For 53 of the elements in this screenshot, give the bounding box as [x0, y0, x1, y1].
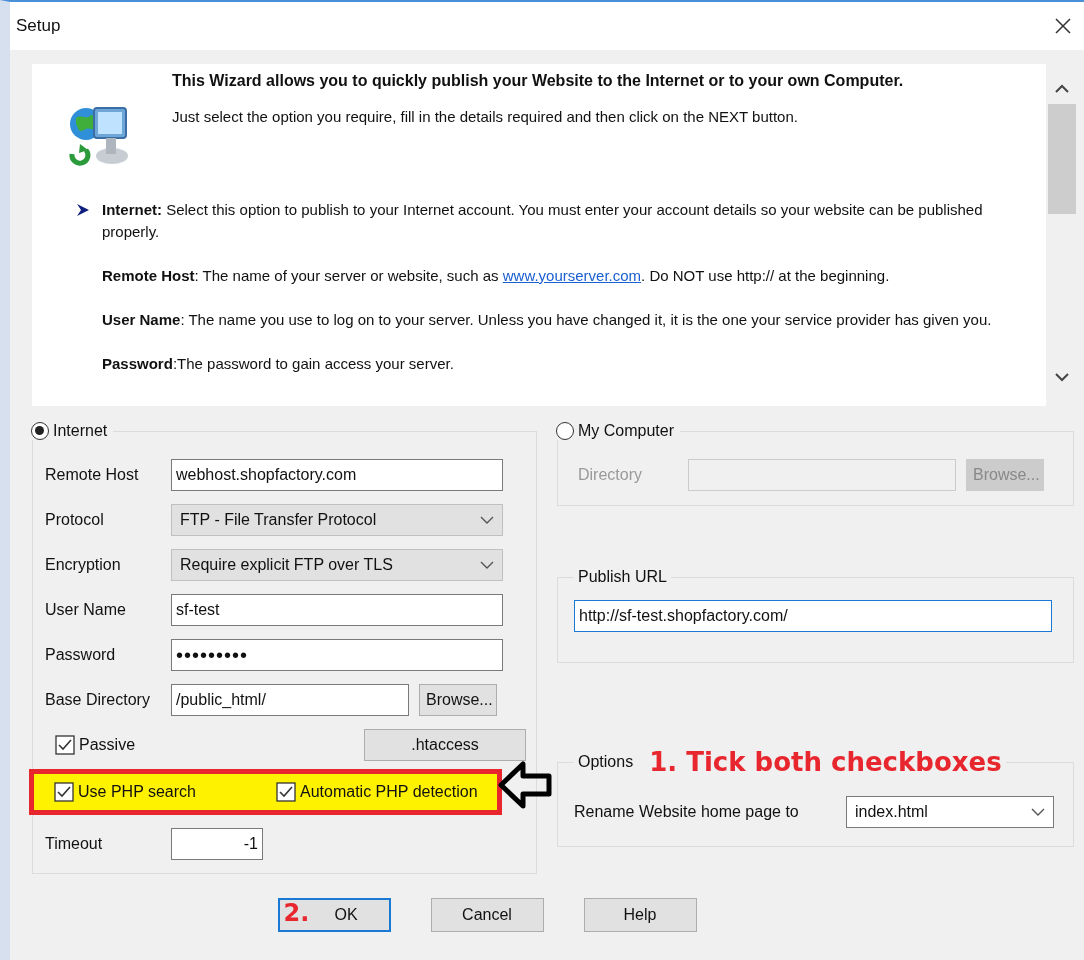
bullet-arrow-icon: [76, 203, 90, 217]
input-field[interactable]: -1: [171, 828, 263, 860]
input-field[interactable]: sf-test: [171, 594, 503, 626]
website-link[interactable]: www.yourserver.com: [502, 267, 642, 284]
scroll-up-icon[interactable]: [1054, 84, 1070, 94]
checkbox[interactable]: [54, 782, 74, 802]
input-field[interactable]: webhost.shopfactory.com: [171, 459, 503, 491]
browse-button[interactable]: Browse...: [419, 684, 497, 716]
wizard-intro: Just select the option you require, fill in the details required and then click on the NEXT button.: [172, 108, 799, 125]
window-title: Setup: [16, 16, 61, 36]
annotation-text: 2.: [283, 899, 310, 927]
field-label: User Name: [45, 601, 127, 619]
field-label: Base Directory: [45, 691, 151, 709]
checkbox[interactable]: [55, 735, 75, 755]
field-label: Directory: [577, 466, 643, 484]
dropdown[interactable]: FTP - File Transfer Protocol: [171, 504, 503, 536]
help-paragraph: Remote Host: The name of your server or website, such as www.yourserver.com. Do NOT use http:// at the beginning.: [102, 266, 891, 286]
scroll-down-icon[interactable]: [1054, 372, 1070, 382]
field-label: Encryption: [45, 556, 122, 574]
dialog-button[interactable]: Cancel: [430, 898, 544, 932]
radio-label[interactable]: My Computer: [578, 422, 675, 440]
radio-label[interactable]: Internet: [53, 422, 108, 440]
htaccess-button[interactable]: .htaccess: [364, 729, 526, 761]
scrollbar-thumb[interactable]: [1048, 104, 1076, 214]
help-paragraph: Internet: Select this option to publish to your Internet account. You must enter your account details so your website can be published properly.: [102, 200, 984, 242]
checkbox-label[interactable]: Automatic PHP detection: [300, 783, 478, 801]
checkbox-label[interactable]: Use PHP search: [78, 783, 196, 801]
chevron-down-icon: [1031, 808, 1045, 816]
checkbox-label[interactable]: Passive: [79, 736, 136, 754]
input-field[interactable]: [688, 459, 956, 491]
annotation-arrow: [497, 760, 553, 810]
dropdown[interactable]: index.html: [846, 796, 1054, 828]
field-label: Timeout: [45, 835, 104, 853]
help-paragraph: User Name: The name you use to log on to your server. Unless you have changed it, it is the one your service provider has given you.: [102, 310, 993, 330]
input-field[interactable]: http://sf-test.shopfactory.com/: [574, 600, 1052, 632]
radio-button[interactable]: [556, 422, 574, 440]
dialog-button[interactable]: Help: [583, 898, 697, 932]
checkbox[interactable]: [276, 782, 296, 802]
wizard-heading: This Wizard allows you to quickly publish your Website to the Internet or to your own Computer.: [172, 72, 905, 90]
input-field[interactable]: •••••••••: [171, 639, 503, 671]
help-paragraph: Password:The password to gain access your server.: [102, 354, 455, 374]
field-label: Remote Host: [45, 466, 140, 484]
input-field[interactable]: /public_html/: [171, 684, 409, 716]
field-label: Password: [45, 646, 117, 664]
chevron-down-icon: [480, 516, 494, 524]
close-icon[interactable]: [1054, 17, 1072, 35]
dropdown[interactable]: Require explicit FTP over TLS: [171, 549, 503, 581]
group-title: Publish URL: [577, 568, 668, 586]
radio-button[interactable]: [31, 422, 49, 440]
group-title: Options: [578, 753, 634, 771]
field-label: Protocol: [45, 511, 105, 529]
chevron-down-icon: [480, 561, 494, 569]
field-label: Rename Website home page to: [574, 803, 800, 821]
